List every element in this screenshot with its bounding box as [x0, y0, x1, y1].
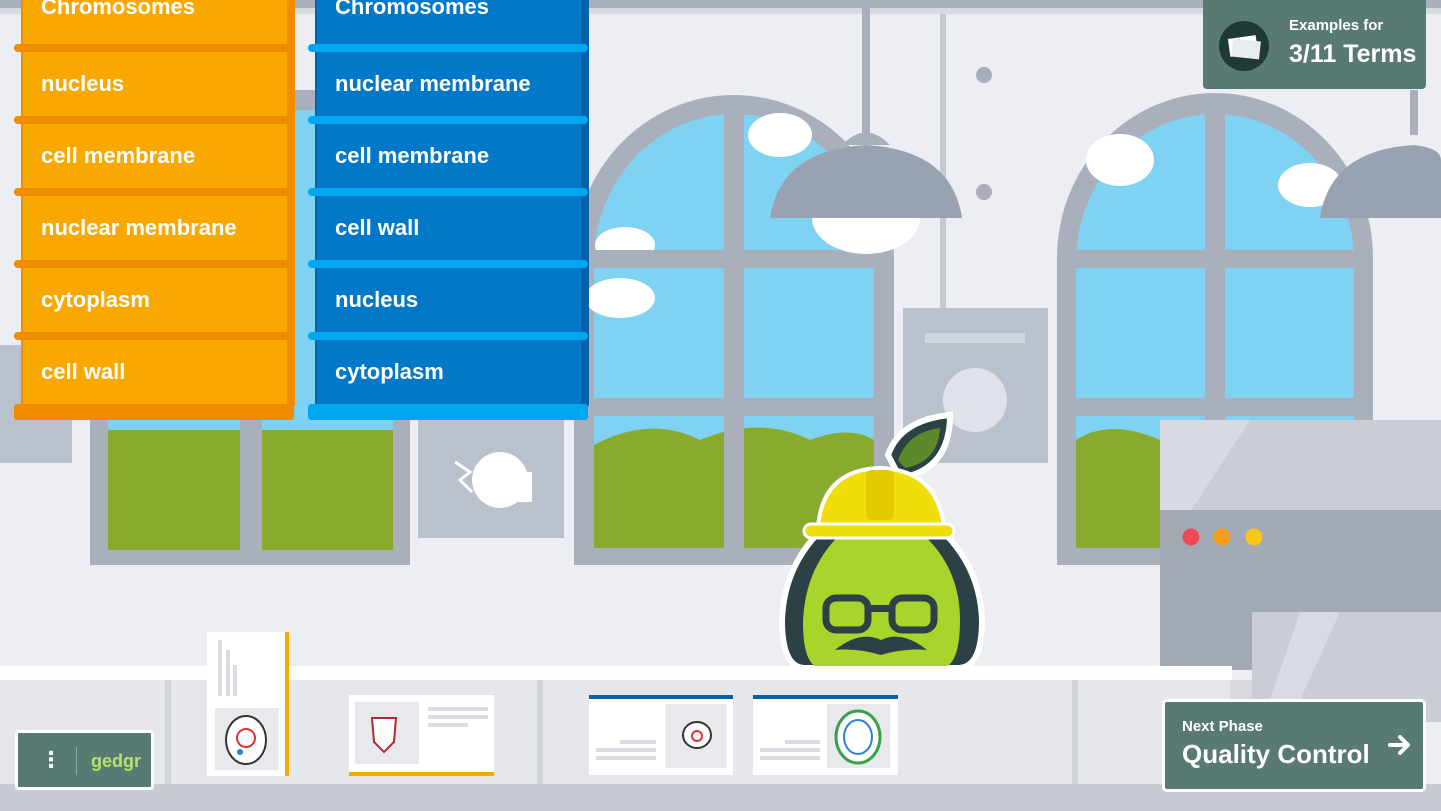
term-tile[interactable]: nucleus — [317, 264, 581, 336]
example-card-4[interactable] — [753, 695, 898, 775]
row-divider — [308, 116, 588, 124]
term-tile[interactable]: nuclear membrane — [317, 48, 581, 120]
term-label: Chromosomes — [335, 0, 490, 19]
term-tile[interactable]: cytoplasm — [317, 336, 581, 408]
blue-term-column: Chromosomes nuclear membrane cell membra… — [315, 0, 589, 406]
term-label: nuclear membrane — [41, 215, 237, 240]
row-divider — [308, 188, 588, 196]
example-card-3[interactable] — [589, 695, 733, 775]
poster-electric — [418, 420, 564, 538]
term-tile[interactable]: cell membrane — [23, 120, 287, 192]
term-label: nucleus — [41, 71, 125, 96]
kebab-menu-icon[interactable]: ⋮ — [40, 749, 62, 771]
next-phase-label: Next Phase — [1182, 718, 1263, 735]
examples-label: Examples for — [1289, 17, 1384, 34]
row-divider — [308, 260, 588, 268]
examples-counter: Examples for 3/11 Terms — [1203, 0, 1426, 89]
next-phase-button[interactable]: Next Phase Quality Control — [1162, 699, 1426, 792]
row-divider — [14, 116, 294, 124]
term-tile[interactable]: Chromosomes — [317, 0, 581, 42]
term-label: cytoplasm — [335, 359, 444, 384]
term-label: nuclear membrane — [335, 71, 531, 96]
examples-count: 3/11 Terms — [1289, 40, 1417, 68]
term-label: cell membrane — [335, 143, 490, 168]
cards-icon — [1219, 21, 1269, 71]
machine-light-orange — [1213, 528, 1231, 546]
machine-light-red — [1182, 528, 1200, 546]
column-base — [14, 404, 294, 420]
next-phase-title: Quality Control — [1182, 739, 1370, 769]
term-tile[interactable]: Chromosomes — [23, 0, 287, 42]
arrow-right-icon — [1388, 735, 1410, 755]
menu-separator — [76, 747, 77, 775]
term-tile[interactable]: cytoplasm — [23, 264, 287, 336]
row-divider — [308, 332, 588, 340]
term-tile[interactable]: cell wall — [317, 192, 581, 264]
row-divider — [14, 44, 294, 52]
row-divider — [14, 260, 294, 268]
term-tile[interactable]: cell wall — [23, 336, 287, 408]
term-label: cytoplasm — [41, 287, 150, 312]
column-base — [308, 404, 588, 420]
user-menu[interactable]: ⋮ gedgr — [15, 730, 154, 790]
row-divider — [14, 188, 294, 196]
row-divider — [308, 44, 588, 52]
term-tile[interactable]: nucleus — [23, 48, 287, 120]
term-label: nucleus — [335, 287, 419, 312]
term-label: cell wall — [335, 215, 420, 240]
username: gedgr — [91, 751, 142, 771]
row-divider — [14, 332, 294, 340]
term-label: cell membrane — [41, 143, 196, 168]
example-card-1[interactable] — [207, 632, 289, 776]
example-card-2[interactable] — [349, 695, 494, 776]
orange-term-column: Chromosomes nucleus cell membrane nuclea… — [21, 0, 295, 406]
term-label: Chromosomes — [41, 0, 196, 19]
term-tile[interactable]: cell membrane — [317, 120, 581, 192]
term-tile[interactable]: nuclear membrane — [23, 192, 287, 264]
term-label: cell wall — [41, 359, 126, 384]
machine-light-yellow — [1245, 528, 1263, 546]
